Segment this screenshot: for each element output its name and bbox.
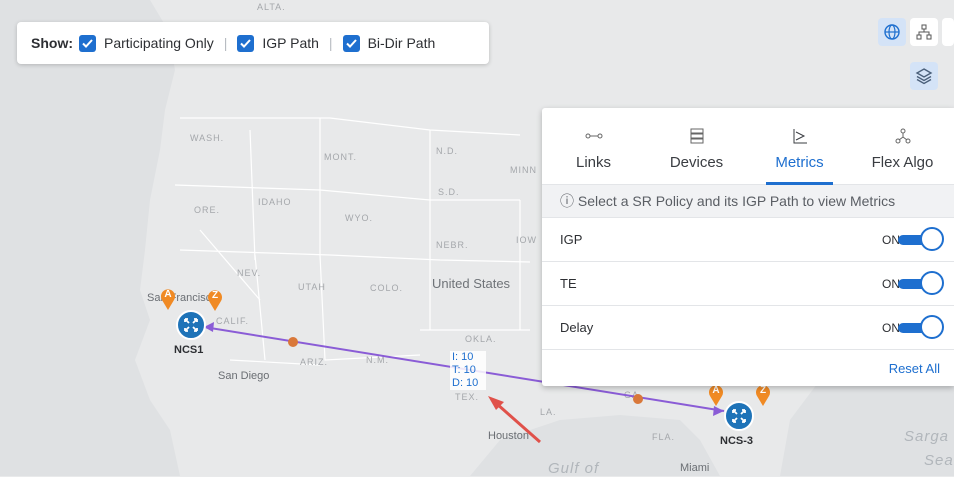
tab-metrics-label: Metrics [775,154,824,171]
globe-icon [884,24,900,40]
igp-path-checkbox[interactable]: IGP Path [237,34,319,52]
layers-panel: Links Devices Metrics Flex Algo ⓘ Select… [542,108,954,386]
annotation-arrow-line [496,402,541,444]
metric-row-label: Delay [560,320,594,335]
tab-links-label: Links [575,154,612,171]
path-midpoint-east [633,394,643,404]
tab-metrics[interactable]: Metrics [748,108,851,185]
router-icon [184,318,198,332]
router-node-ncs-3[interactable] [724,401,754,431]
participating-only-checkbox[interactable]: Participating Only [79,34,214,52]
layers-button[interactable] [910,62,938,90]
flex-algo-icon [895,128,910,144]
metric-row-delay: Delay ON [542,306,954,350]
checkbox-checked-icon [342,34,360,52]
router-node-ncs1[interactable] [176,310,206,340]
bi-dir-path-label: Bi-Dir Path [367,35,436,51]
toggle-switch[interactable] [898,226,944,251]
links-icon [585,133,602,139]
topology-icon [916,24,932,40]
metric-row-label: TE [560,276,577,291]
metrics-info-message: ⓘ Select a SR Policy and its IGP Path to… [542,185,954,218]
te-toggle[interactable]: ON [882,270,944,295]
tab-flex-algo[interactable]: Flex Algo [851,108,954,184]
topology-view-button[interactable] [910,18,938,46]
tab-devices-label: Devices [669,154,724,171]
pin-z-label: Z [211,290,219,301]
layers-icon [915,68,933,85]
reset-all-link[interactable]: Reset All [889,361,940,376]
checkbox-checked-icon [79,34,96,52]
tab-flex-algo-label: Flex Algo [871,154,934,171]
metric-delay-value: D: 10 [452,377,479,389]
path-midpoint-west [288,337,298,347]
metric-igp-value: I: 10 [452,351,474,363]
show-label: Show: [31,35,73,51]
panel-tabs: Links Devices Metrics Flex Algo [542,108,954,185]
show-filter-bar: Show: Participating Only | IGP Path | Bi… [17,22,489,64]
pin-z-label: Z [759,385,767,396]
more-tools-button[interactable] [942,18,954,46]
metric-row-igp: IGP ON [542,218,954,262]
globe-view-button[interactable] [878,18,906,46]
node-label-ncs1: NCS1 [174,344,204,356]
metric-te-value: T: 10 [452,364,476,376]
checkbox-checked-icon [237,34,255,52]
devices-icon [690,128,703,144]
igp-toggle[interactable]: ON [882,226,944,251]
path-arrow-ncs3 [713,406,724,416]
tab-links[interactable]: Links [542,108,645,184]
delay-toggle[interactable]: ON [882,314,944,339]
pin-a-label: A [712,385,720,396]
toggle-switch[interactable] [898,314,944,339]
bi-dir-path-checkbox[interactable]: Bi-Dir Path [342,34,436,52]
igp-path-label: IGP Path [262,35,319,51]
separator: | [223,35,228,51]
metric-row-label: IGP [560,232,583,247]
router-icon [732,409,746,423]
metrics-icon [793,129,807,144]
tab-devices[interactable]: Devices [645,108,748,184]
participating-only-label: Participating Only [104,35,214,51]
separator: | [328,35,333,51]
metric-row-te: TE ON [542,262,954,306]
pin-a-label: A [164,289,172,300]
link-metrics-label[interactable]: I: 10 T: 10 D: 10 [450,351,486,390]
toggle-switch[interactable] [898,270,944,295]
node-label-ncs-3: NCS-3 [720,435,754,447]
